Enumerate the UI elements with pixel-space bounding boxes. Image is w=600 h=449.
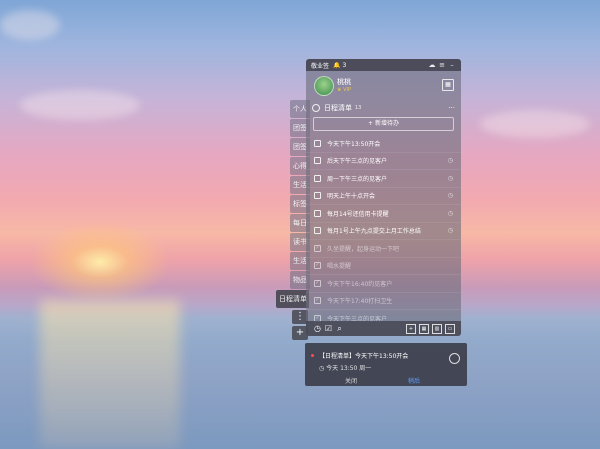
todo-text: 今天下午13:50开会 (327, 140, 381, 148)
todo-checkbox[interactable]: ✓ (314, 244, 321, 252)
minimize-icon[interactable]: – (448, 61, 456, 69)
todo-text: 今天下午16:40约见客户 (327, 280, 393, 288)
todo-checkbox[interactable]: ✓ (314, 297, 321, 305)
calendar-icon[interactable]: ▦ (442, 79, 454, 91)
todo-text: 后天下午三点的见客户 (327, 158, 388, 166)
todo-checkbox[interactable]: ✓ (314, 279, 321, 287)
avatar[interactable] (314, 76, 334, 96)
todo-item[interactable]: ✓ 久坐提醒，起身运动一下吧 (306, 240, 461, 258)
search-icon[interactable]: ⌕ (334, 324, 345, 334)
todo-text: 明天上午十点开会 (327, 193, 376, 201)
cloud (480, 110, 590, 138)
todo-text: 每月1号上午九点提交上月工作总结 (327, 228, 421, 236)
notification-title: 【日程清单】今天下午13:50开会 (319, 353, 409, 360)
notification-dot (311, 354, 314, 357)
complete-circle-icon[interactable] (449, 353, 460, 364)
todo-checkbox[interactable] (314, 139, 321, 147)
vip-label: VIP (343, 87, 351, 93)
check-circle-icon (312, 104, 320, 112)
reminder-clock-icon: ◷ (447, 192, 453, 200)
reminder-notification: 【日程清单】今天下午13:50开会 ◷ 今天 13:50 周一 关闭 稍后 (305, 343, 467, 386)
reminder-clock-icon: ◷ (447, 227, 453, 235)
sun-reflection (40, 300, 180, 449)
notification-time: ◷ 今天 13:50 周一 (319, 365, 372, 372)
todo-item[interactable]: 明天上午十点开会 ◷ (306, 188, 461, 205)
cloud (0, 10, 60, 40)
todo-text: 周一下午三点的见客户 (327, 175, 388, 183)
todo-checkbox[interactable] (314, 174, 321, 182)
grid-icon[interactable]: ▦ (419, 323, 429, 334)
calendar-check-icon[interactable]: ☑ (323, 324, 334, 333)
todo-item[interactable]: ✓ 今天下午17:40打扫卫生 (306, 293, 461, 310)
bell-icon[interactable]: 🔔 (333, 62, 340, 69)
window-icon[interactable]: ▭ (445, 323, 455, 334)
reminder-clock-icon: ◷ (447, 157, 453, 165)
todo-checkbox[interactable]: ✓ (314, 262, 321, 270)
todo-text: 今天下午17:40打扫卫生 (327, 298, 393, 306)
bottom-toolbar: ◷ ☑ ⌕ + ▦ ▥ ▭ (306, 321, 461, 336)
later-button[interactable]: 稍后 (408, 376, 420, 385)
title-bar: 敬业签 🔔 3 ☁ ≡ – (306, 59, 461, 71)
clock-icon[interactable]: ◷ (312, 324, 323, 333)
list-title: 日程清单 (324, 104, 352, 112)
todo-item[interactable]: 周一下午三点的见客户 ◷ (306, 170, 461, 188)
notification-count: 3 (342, 61, 347, 69)
todo-item[interactable]: ✓ 今天下午16:40约见客户 (306, 275, 461, 293)
username: 桃桃 (337, 78, 351, 86)
reminder-clock-icon: ◷ (447, 209, 453, 217)
todo-list: 今天下午13:50开会 后天下午三点的见客户 ◷ 周一下午三点的见客户 ◷ 明天上午十点开… (306, 135, 461, 328)
side-tab-active[interactable]: 日程清单 (276, 290, 309, 308)
todo-checkbox[interactable] (314, 192, 321, 200)
todo-item[interactable]: ✓ 喝水提醒 (306, 258, 461, 275)
todo-item[interactable]: 今天下午13:50开会 (306, 135, 461, 153)
list-count: 13 (355, 105, 362, 111)
user-row: 桃桃 ♛ VIP ▦ (306, 71, 461, 101)
todo-checkbox[interactable] (314, 157, 321, 165)
new-todo-button[interactable]: + 新增待办 (313, 117, 454, 131)
todo-text: 每月14号还信用卡提醒 (327, 210, 389, 218)
todo-item[interactable]: 后天下午三点的见客户 ◷ (306, 153, 461, 170)
layout-icon[interactable]: ▥ (432, 323, 442, 334)
reminder-clock-icon: ◷ (447, 174, 453, 182)
cloud (20, 90, 140, 120)
cloud-sync-icon[interactable]: ☁ (428, 61, 436, 69)
todo-item[interactable]: 每月14号还信用卡提醒 ◷ (306, 205, 461, 223)
app-title: 敬业签 (311, 62, 330, 70)
todo-text: 久坐提醒，起身运动一下吧 (327, 245, 400, 253)
notification-time-text: 今天 13:50 周一 (326, 365, 372, 372)
add-icon[interactable]: + (406, 323, 416, 334)
todo-item[interactable]: 每月1号上午九点提交上月工作总结 ◷ (306, 223, 461, 240)
menu-icon[interactable]: ≡ (438, 61, 446, 69)
todo-panel: 敬业签 🔔 3 ☁ ≡ – 桃桃 ♛ VIP ▦ 日程清单 13 ··· + 新… (306, 59, 461, 336)
todo-checkbox[interactable] (314, 227, 321, 235)
vip-badge: ♛ VIP (337, 87, 351, 93)
more-options-icon[interactable]: ··· (448, 104, 455, 112)
list-header: 日程清单 13 ··· (306, 101, 461, 115)
todo-checkbox[interactable] (314, 209, 321, 217)
todo-text: 喝水提醒 (327, 263, 352, 271)
close-button[interactable]: 关闭 (345, 376, 357, 385)
